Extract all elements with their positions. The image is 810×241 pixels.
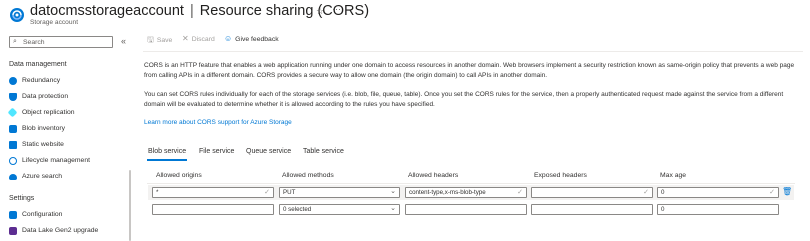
sidebar-scrollbar[interactable]: [129, 170, 131, 241]
section-settings: Settings: [9, 195, 35, 202]
sidebar-item-azure-search[interactable]: Azure search: [9, 171, 127, 185]
learn-more-link[interactable]: Learn more about CORS support for Azure …: [144, 119, 292, 126]
globe-icon: [9, 77, 17, 85]
delete-row-icon[interactable]: 🗑: [782, 187, 792, 196]
resource-name: datocmsstorageaccount: [30, 3, 184, 19]
allowed-methods-dropdown[interactable]: PUT ⌄: [279, 187, 400, 198]
discard-button[interactable]: ✕ Discard: [182, 34, 215, 48]
upgrade-icon: [9, 227, 17, 235]
toolbar-divider: [143, 51, 803, 52]
discard-icon: ✕: [182, 34, 189, 43]
cell-value: *: [156, 189, 159, 196]
table-header-divider: [147, 183, 795, 184]
service-tabs: Blob service File service Queue service …: [147, 148, 447, 162]
chevron-down-icon: ⌄: [390, 205, 396, 212]
save-label: Save: [156, 37, 173, 44]
column-header-exposed-headers: Exposed headers: [534, 172, 587, 179]
sidebar-item-label: Data Lake Gen2 upgrade: [22, 227, 99, 234]
description-line: CORS is an HTTP feature that enables a w…: [144, 62, 795, 69]
save-icon: 🖫: [147, 35, 154, 44]
valid-check-icon: ✓: [517, 189, 523, 196]
website-icon: [9, 141, 17, 149]
sidebar-item-object-replication[interactable]: Object replication: [7, 107, 127, 121]
tab-queue-service[interactable]: Queue service: [246, 148, 291, 155]
sidebar-item-static-website[interactable]: Static website: [9, 139, 127, 153]
sidebar-item-label: Configuration: [22, 211, 63, 218]
search-placeholder: Search: [23, 38, 45, 46]
sidebar-item-label: Static website: [22, 141, 64, 148]
max-age-input[interactable]: 0 ✓: [657, 187, 779, 198]
description-line: You can set CORS rules individually for …: [144, 91, 784, 98]
shield-icon: [9, 93, 17, 101]
menu-search-input[interactable]: ⌕ Search: [9, 36, 113, 48]
sidebar-item-redundancy[interactable]: Redundancy: [9, 75, 127, 89]
allowed-headers-input[interactable]: content-type,x-ms-blob-type ✓: [405, 187, 527, 198]
more-options-icon[interactable]: ···: [332, 4, 341, 14]
allowed-origins-input[interactable]: [152, 204, 274, 215]
replication-icon: [7, 107, 18, 118]
resource-menu: ⌕ Search « Data management Redundancy Da…: [0, 33, 134, 241]
configuration-icon: [9, 211, 17, 219]
feedback-icon: ☺: [224, 34, 233, 43]
sidebar-item-lifecycle-management[interactable]: Lifecycle management: [9, 155, 127, 169]
tab-table-service[interactable]: Table service: [303, 148, 344, 155]
sidebar-item-configuration[interactable]: Configuration: [9, 209, 127, 223]
cell-value: 0: [661, 189, 665, 196]
section-data-management: Data management: [9, 61, 67, 68]
give-feedback-button[interactable]: ☺ Give feedback: [224, 34, 279, 48]
blade-name: Resource sharing (CORS): [199, 3, 370, 19]
sidebar-item-label: Blob inventory: [22, 125, 66, 132]
cors-description-paragraph-1: CORS is an HTTP feature that enables a w…: [144, 61, 796, 80]
title-separator: |: [189, 3, 194, 19]
column-header-allowed-headers: Allowed headers: [408, 172, 459, 179]
page-subtitle: Storage account: [30, 19, 79, 26]
sidebar-item-label: Redundancy: [22, 77, 61, 84]
description-line: domain will be evaluated to determine wh…: [144, 100, 435, 108]
sidebar-item-data-lake-gen2-upgrade[interactable]: Data Lake Gen2 upgrade: [9, 225, 127, 239]
valid-check-icon: ✓: [264, 189, 270, 196]
storage-account-icon: [10, 8, 24, 22]
sidebar-item-label: Azure search: [22, 173, 63, 180]
cell-value: 0: [661, 206, 665, 213]
exposed-headers-input[interactable]: [531, 204, 653, 215]
tab-blob-service[interactable]: Blob service: [148, 148, 186, 155]
cell-value: 0 selected: [283, 206, 312, 213]
favorite-star-icon[interactable]: ☆: [316, 6, 324, 17]
valid-check-icon: ✓: [769, 189, 775, 196]
column-header-allowed-methods: Allowed methods: [282, 172, 334, 179]
valid-check-icon: ✓: [643, 189, 649, 196]
collapse-menu-icon[interactable]: «: [121, 36, 126, 46]
inventory-icon: [9, 125, 17, 133]
discard-label: Discard: [191, 36, 215, 43]
tab-file-service[interactable]: File service: [199, 148, 234, 155]
cell-value: PUT: [283, 189, 296, 196]
command-bar: 🖫 Save ✕ Discard ☺ Give feedback: [143, 34, 803, 48]
allowed-methods-dropdown[interactable]: 0 selected ⌄: [279, 204, 400, 215]
sidebar-item-label: Data protection: [22, 93, 69, 100]
chevron-down-icon: ⌄: [390, 188, 396, 195]
cloud-search-icon: [9, 174, 17, 180]
cors-description-paragraph-2: You can set CORS rules individually for …: [144, 90, 796, 109]
column-header-allowed-origins: Allowed origins: [156, 172, 202, 179]
sidebar-item-label: Object replication: [22, 109, 75, 116]
feedback-label: Give feedback: [235, 36, 279, 43]
active-tab-indicator: [147, 159, 187, 161]
search-icon: ⌕: [13, 38, 17, 45]
max-age-input[interactable]: 0: [657, 204, 779, 215]
sidebar-item-label: Lifecycle management: [22, 157, 91, 164]
sidebar-item-data-protection[interactable]: Data protection: [9, 91, 127, 105]
page-header: datocmsstorageaccount | Resource sharing…: [0, 0, 810, 30]
save-button[interactable]: 🖫 Save: [147, 34, 172, 48]
exposed-headers-input[interactable]: ✓: [531, 187, 653, 198]
lifecycle-icon: [9, 157, 17, 165]
column-header-max-age: Max age: [660, 172, 687, 179]
cell-value: content-type,x-ms-blob-type: [409, 189, 486, 196]
description-line: from calling APIs in a different domain.…: [144, 71, 548, 79]
sidebar-item-blob-inventory[interactable]: Blob inventory: [9, 123, 127, 137]
allowed-headers-input[interactable]: [405, 204, 527, 215]
allowed-origins-input[interactable]: * ✓: [152, 187, 274, 198]
